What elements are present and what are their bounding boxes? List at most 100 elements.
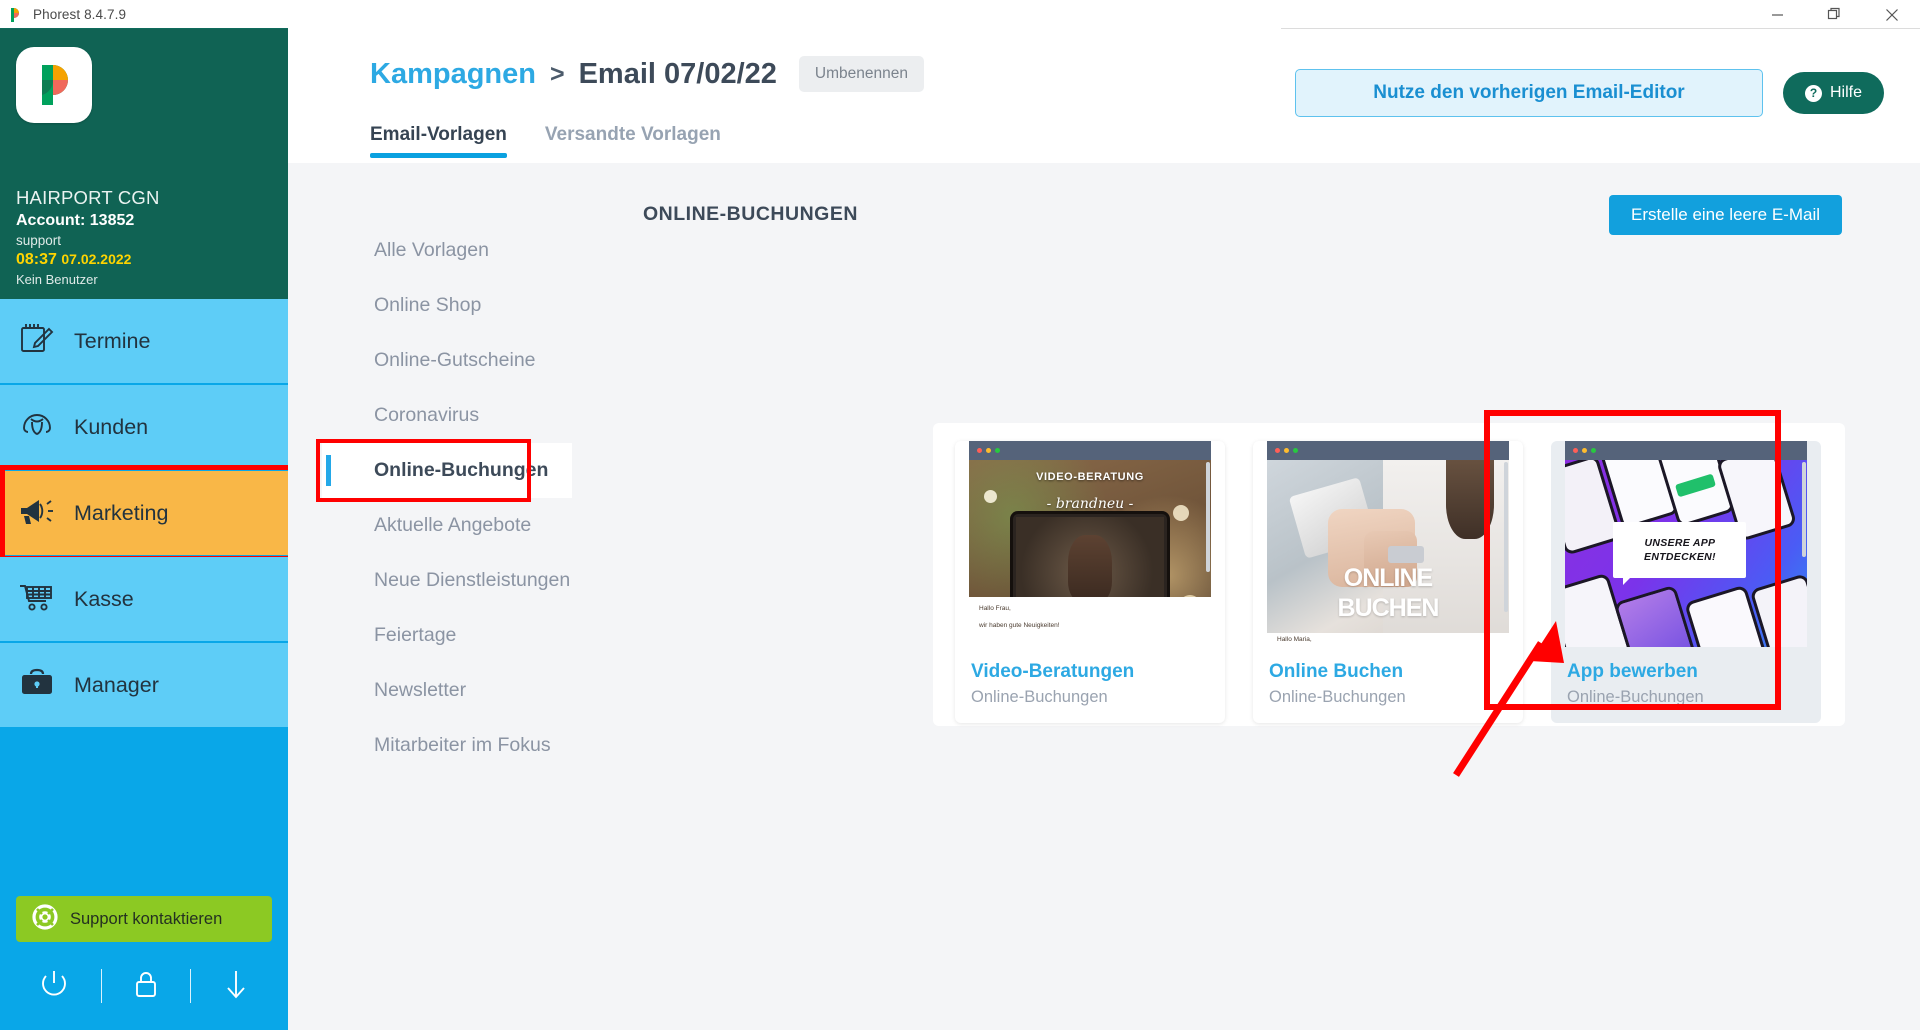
category-label: Newsletter [374,679,467,701]
sidebar-item-termine[interactable]: Termine [0,299,288,383]
category-feiertage[interactable]: Feiertage [322,608,572,663]
templates-grid: VIDEO-BERATUNG - brandneu - Hallo Frau, … [955,441,1821,723]
previous-email-editor-button[interactable]: Nutze den vorherigen Email-Editor [1294,69,1763,117]
logged-in-user: support [16,233,62,248]
template-category: Online-Buchungen [971,688,1108,706]
app-sidebar: HAIRPORT CGN Account: 13852 support 08:3… [0,29,294,1030]
window-title: Phorest 8.4.7.9 [33,7,127,22]
client-icon [18,406,56,449]
download-arrow-icon[interactable] [221,967,251,1006]
tab-versandte-vorlagen[interactable]: Versandte Vorlagen [545,124,721,158]
power-icon[interactable] [37,967,71,1006]
lock-icon[interactable] [132,968,160,1005]
category-label: Aktuelle Angebote [374,514,532,536]
browser-dot-red [1573,448,1578,453]
header-actions: Nutze den vorherigen Email-Editor ? Hilf… [1294,69,1884,117]
preview-browser-bar [1565,441,1807,460]
category-label: Alle Vorlagen [374,239,489,261]
calendar-edit-icon [18,320,56,363]
help-button[interactable]: ? Hilfe [1782,72,1884,114]
breadcrumb-root-link[interactable]: Kampagnen [370,58,536,91]
templates-panel: VIDEO-BERATUNG - brandneu - Hallo Frau, … [933,423,1845,726]
sidebar-item-label: Kunden [74,414,149,439]
sidebar-item-label: Marketing [74,500,169,525]
category-label: Neue Dienstleistungen [374,569,571,591]
section-title: ONLINE-BUCHUNGEN [643,203,858,225]
content-body: Alle Vorlagen Online Shop Online-Gutsche… [288,163,1920,1030]
divider [101,969,102,1003]
sidebar-item-label: Kasse [74,586,134,611]
preview-body-text: Hallo Maria, [1267,633,1509,647]
template-card-video-beratungen[interactable]: VIDEO-BERATUNG - brandneu - Hallo Frau, … [955,441,1225,723]
template-meta: Online Buchen Online-Buchungen [1253,647,1523,723]
close-button[interactable] [1863,0,1920,29]
sidebar-item-marketing[interactable]: Marketing [0,465,294,561]
browser-dot-red [1275,448,1280,453]
tab-label: Versandte Vorlagen [544,124,721,145]
clock-date-value: 07.02.2022 [61,251,132,267]
category-online-shop[interactable]: Online Shop [322,278,572,333]
window-titlebar: Phorest 8.4.7.9 [0,0,1920,29]
maximize-button[interactable] [1806,0,1863,29]
sidebar-item-kasse[interactable]: Kasse [0,557,288,641]
template-category: Online-Buchungen [1269,688,1406,706]
preview-scrollbar[interactable] [1802,462,1806,557]
sidebar-item-manager[interactable]: Manager [0,643,288,727]
browser-dot-green [995,448,1000,453]
category-label: Online-Gutscheine [374,349,536,371]
category-neue-dienstleistungen[interactable]: Neue Dienstleistungen [322,553,572,608]
preview-headline: UNSERE APP [1644,536,1716,549]
template-preview: ONLINE BUCHEN Hallo Maria, [1267,441,1509,647]
category-online-gutscheine[interactable]: Online-Gutscheine [322,333,572,388]
preview-browser-bar [1267,441,1509,460]
create-empty-email-button[interactable]: Erstelle eine leere E-Mail [1609,195,1842,235]
contact-support-button[interactable]: Support kontaktieren [16,896,272,942]
chevron-right-icon: > [549,59,565,88]
preview-scrollbar[interactable] [1206,462,1210,572]
category-label: Coronavirus [374,404,480,426]
category-online-buchungen[interactable]: Online-Buchungen [316,439,572,502]
preview-image-video-beratung: VIDEO-BERATUNG - brandneu - Hallo Frau, … [969,460,1211,647]
sidebar-brand-panel: HAIRPORT CGN Account: 13852 support 08:3… [0,29,288,299]
breadcrumb: Kampagnen > Email 07/02/22 Umbenennen [370,56,924,92]
preview-body-text: Hallo Frau, wir haben gute Neuigkeiten! [969,597,1211,647]
templates-section-header: ONLINE-BUCHUNGEN Erstelle eine leere E-M… [643,195,1880,247]
template-meta: Video-Beratungen Online-Buchungen [955,647,1225,723]
minimize-button[interactable] [1749,0,1806,29]
category-coronavirus[interactable]: Coronavirus [322,388,572,443]
category-aktuelle-angebote[interactable]: Aktuelle Angebote [322,498,572,553]
sidebar-item-kunden[interactable]: Kunden [0,385,288,469]
breadcrumb-current: Email 07/02/22 [578,57,777,90]
template-card-online-buchen[interactable]: ONLINE BUCHEN Hallo Maria, Online Buchen… [1253,441,1523,723]
help-label: Hilfe [1829,84,1862,101]
category-mitarbeiter-im-fokus[interactable]: Mitarbeiter im Fokus [322,718,572,773]
rename-button[interactable]: Umbenennen [798,56,924,92]
browser-dot-yellow [1284,448,1289,453]
template-meta: App bewerben Online-Buchungen [1551,647,1821,723]
preview-body-line-1: Hallo Frau, [979,605,1011,612]
tab-email-vorlagen[interactable]: Email-Vorlagen [370,124,507,158]
preview-browser-bar [969,441,1211,460]
category-label: Mitarbeiter im Fokus [374,734,551,756]
main-area: Kampagnen > Email 07/02/22 Umbenennen Em… [288,29,1920,1030]
category-label: Online-Buchungen [374,459,549,481]
tab-label: Email-Vorlagen [370,124,507,145]
preview-scrollbar[interactable] [1504,462,1508,612]
category-alle-vorlagen[interactable]: Alle Vorlagen [322,223,572,278]
preview-subheadline: BUCHEN [1337,593,1440,622]
category-label: Feiertage [374,624,457,646]
browser-dot-green [1591,448,1596,453]
template-preview: UNSERE APP ENTDECKEN! [1565,441,1807,647]
window-controls [1749,0,1920,29]
account-number: Account: 13852 [16,212,135,229]
phorest-logo-icon [8,7,24,23]
template-category: Online-Buchungen [1567,688,1704,706]
clock-time: 08:37 07.02.2022 [16,251,160,269]
lifebuoy-icon [32,903,58,935]
sidebar-bottom-actions [0,956,288,1016]
category-newsletter[interactable]: Newsletter [322,663,572,718]
browser-dot-green [1293,448,1298,453]
content-header: Kampagnen > Email 07/02/22 Umbenennen Em… [288,29,1920,163]
megaphone-icon [18,492,56,535]
template-card-app-bewerben[interactable]: UNSERE APP ENTDECKEN! App bewerben Onlin… [1551,441,1821,723]
